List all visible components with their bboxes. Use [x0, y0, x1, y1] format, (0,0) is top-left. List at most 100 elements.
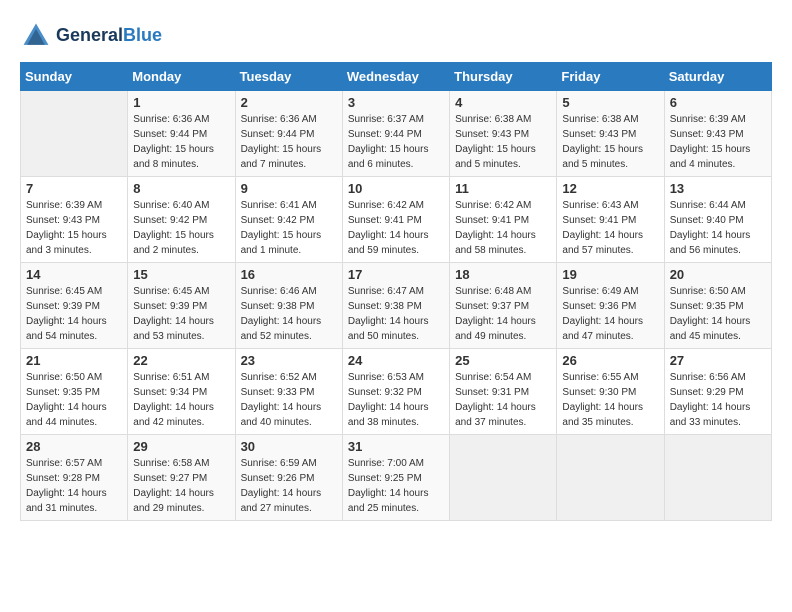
sun-info-line: Daylight: 14 hours and 58 minutes. [455, 228, 551, 258]
sun-info-line: Daylight: 14 hours and 53 minutes. [133, 314, 229, 344]
day-number: 5 [562, 95, 658, 110]
calendar-cell: 10Sunrise: 6:42 AMSunset: 9:41 PMDayligh… [342, 177, 449, 263]
sun-info-line: Daylight: 14 hours and 25 minutes. [348, 486, 444, 516]
sun-info-line: Sunset: 9:34 PM [133, 385, 229, 400]
sun-info: Sunrise: 6:38 AMSunset: 9:43 PMDaylight:… [562, 112, 658, 172]
day-number: 10 [348, 181, 444, 196]
calendar-week-row: 14Sunrise: 6:45 AMSunset: 9:39 PMDayligh… [21, 263, 772, 349]
sun-info-line: Sunset: 9:44 PM [348, 127, 444, 142]
day-number: 7 [26, 181, 122, 196]
sun-info-line: Sunset: 9:32 PM [348, 385, 444, 400]
sun-info-line: Sunrise: 6:45 AM [26, 284, 122, 299]
day-number: 12 [562, 181, 658, 196]
calendar-week-row: 21Sunrise: 6:50 AMSunset: 9:35 PMDayligh… [21, 349, 772, 435]
day-number: 6 [670, 95, 766, 110]
day-number: 28 [26, 439, 122, 454]
sun-info-line: Sunset: 9:38 PM [241, 299, 337, 314]
sun-info-line: Sunset: 9:36 PM [562, 299, 658, 314]
sun-info-line: Sunrise: 6:42 AM [348, 198, 444, 213]
sun-info-line: Daylight: 14 hours and 57 minutes. [562, 228, 658, 258]
sun-info-line: Sunrise: 6:39 AM [26, 198, 122, 213]
calendar-cell: 19 Sunrise: 6:49 AMSunset: 9:36 PMDayligh… [557, 263, 664, 349]
sun-info-line: Daylight: 15 hours and 8 minutes. [133, 142, 229, 172]
day-number: 22 [133, 353, 229, 368]
calendar-cell: 6 Sunrise: 6:39 AMSunset: 9:43 PMDaylight… [664, 91, 771, 177]
sun-info-line: Sunrise: 6:50 AM [26, 370, 122, 385]
sun-info-line: Sunrise: 6:58 AM [133, 456, 229, 471]
sun-info-line: Sunset: 9:44 PM [241, 127, 337, 142]
sun-info: Sunrise: 6:44 AMSunset: 9:40 PMDaylight:… [670, 198, 766, 258]
sun-info-line: Daylight: 15 hours and 3 minutes. [26, 228, 122, 258]
sun-info: Sunrise: 6:37 AMSunset: 9:44 PMDaylight:… [348, 112, 444, 172]
day-number: 19 [562, 267, 658, 282]
sun-info: Sunrise: 6:43 AMSunset: 9:41 PMDaylight:… [562, 198, 658, 258]
sun-info-line: Sunset: 9:28 PM [26, 471, 122, 486]
sun-info-line: Sunrise: 6:51 AM [133, 370, 229, 385]
sun-info-line: Sunrise: 6:49 AM [562, 284, 658, 299]
sun-info: Sunrise: 6:46 AMSunset: 9:38 PMDaylight:… [241, 284, 337, 344]
sun-info: Sunrise: 6:54 AMSunset: 9:31 PMDaylight:… [455, 370, 551, 430]
sun-info-line: Daylight: 14 hours and 42 minutes. [133, 400, 229, 430]
sun-info-line: Sunset: 9:35 PM [670, 299, 766, 314]
calendar-cell: 26Sunrise: 6:55 AMSunset: 9:30 PMDayligh… [557, 349, 664, 435]
calendar-cell: 31Sunrise: 7:00 AMSunset: 9:25 PMDayligh… [342, 435, 449, 521]
calendar-cell [557, 435, 664, 521]
sun-info-line: Sunrise: 6:36 AM [241, 112, 337, 127]
sun-info-line: Daylight: 14 hours and 47 minutes. [562, 314, 658, 344]
calendar-cell: 28Sunrise: 6:57 AMSunset: 9:28 PMDayligh… [21, 435, 128, 521]
calendar-cell: 18Sunrise: 6:48 AMSunset: 9:37 PMDayligh… [450, 263, 557, 349]
day-number: 27 [670, 353, 766, 368]
day-number: 9 [241, 181, 337, 196]
sun-info-line: Sunrise: 6:36 AM [133, 112, 229, 127]
calendar-cell: 22 Sunrise: 6:51 AMSunset: 9:34 PMDayligh… [128, 349, 235, 435]
sun-info-line: Sunset: 9:41 PM [348, 213, 444, 228]
sun-info-line: Daylight: 15 hours and 2 minutes. [133, 228, 229, 258]
calendar-cell: 25Sunrise: 6:54 AMSunset: 9:31 PMDayligh… [450, 349, 557, 435]
sun-info-line: Daylight: 15 hours and 7 minutes. [241, 142, 337, 172]
sun-info-line: Sunset: 9:35 PM [26, 385, 122, 400]
sun-info-line: Sunset: 9:42 PM [241, 213, 337, 228]
calendar-cell: 14Sunrise: 6:45 AMSunset: 9:39 PMDayligh… [21, 263, 128, 349]
sun-info-line: Daylight: 14 hours and 56 minutes. [670, 228, 766, 258]
logo: GeneralBlue [20, 20, 162, 52]
calendar-cell: 1Sunrise: 6:36 AMSunset: 9:44 PMDaylight… [128, 91, 235, 177]
calendar-cell [21, 91, 128, 177]
sun-info-line: Daylight: 14 hours and 37 minutes. [455, 400, 551, 430]
sun-info-line: Daylight: 14 hours and 31 minutes. [26, 486, 122, 516]
sun-info-line: Sunrise: 6:41 AM [241, 198, 337, 213]
sun-info-line: Sunrise: 6:38 AM [562, 112, 658, 127]
calendar-cell: 27Sunrise: 6:56 AMSunset: 9:29 PMDayligh… [664, 349, 771, 435]
day-number: 24 [348, 353, 444, 368]
sun-info-line: Daylight: 14 hours and 29 minutes. [133, 486, 229, 516]
calendar-cell: 23Sunrise: 6:52 AMSunset: 9:33 PMDayligh… [235, 349, 342, 435]
day-number: 18 [455, 267, 551, 282]
sun-info: Sunrise: 6:47 AMSunset: 9:38 PMDaylight:… [348, 284, 444, 344]
sun-info: Sunrise: 6:39 AMSunset: 9:43 PMDaylight:… [26, 198, 122, 258]
sun-info-line: Sunset: 9:33 PM [241, 385, 337, 400]
day-number: 4 [455, 95, 551, 110]
sun-info-line: Sunset: 9:31 PM [455, 385, 551, 400]
day-number: 23 [241, 353, 337, 368]
calendar-table: SundayMondayTuesdayWednesdayThursdayFrid… [20, 62, 772, 521]
calendar-cell: 4Sunrise: 6:38 AMSunset: 9:43 PMDaylight… [450, 91, 557, 177]
sun-info-line: Sunrise: 6:39 AM [670, 112, 766, 127]
calendar-cell: 7 Sunrise: 6:39 AMSunset: 9:43 PMDaylight… [21, 177, 128, 263]
sun-info: Sunrise: 6:50 AMSunset: 9:35 PMDaylight:… [26, 370, 122, 430]
sun-info-line: Daylight: 14 hours and 50 minutes. [348, 314, 444, 344]
sun-info-line: Daylight: 14 hours and 44 minutes. [26, 400, 122, 430]
sun-info-line: Sunrise: 6:44 AM [670, 198, 766, 213]
sun-info-line: Daylight: 14 hours and 38 minutes. [348, 400, 444, 430]
weekday-header: Tuesday [235, 63, 342, 91]
sun-info: Sunrise: 6:50 AMSunset: 9:35 PMDaylight:… [670, 284, 766, 344]
calendar-cell: 5 Sunrise: 6:38 AMSunset: 9:43 PMDaylight… [557, 91, 664, 177]
calendar-cell: 17Sunrise: 6:47 AMSunset: 9:38 PMDayligh… [342, 263, 449, 349]
sun-info-line: Sunrise: 6:42 AM [455, 198, 551, 213]
sun-info: Sunrise: 6:39 AMSunset: 9:43 PMDaylight:… [670, 112, 766, 172]
sun-info-line: Daylight: 14 hours and 45 minutes. [670, 314, 766, 344]
sun-info-line: Daylight: 15 hours and 6 minutes. [348, 142, 444, 172]
calendar-cell: 8Sunrise: 6:40 AMSunset: 9:42 PMDaylight… [128, 177, 235, 263]
sun-info: Sunrise: 6:59 AMSunset: 9:26 PMDaylight:… [241, 456, 337, 516]
calendar-cell: 11Sunrise: 6:42 AMSunset: 9:41 PMDayligh… [450, 177, 557, 263]
sun-info: Sunrise: 6:58 AMSunset: 9:27 PMDaylight:… [133, 456, 229, 516]
sun-info-line: Sunset: 9:44 PM [133, 127, 229, 142]
